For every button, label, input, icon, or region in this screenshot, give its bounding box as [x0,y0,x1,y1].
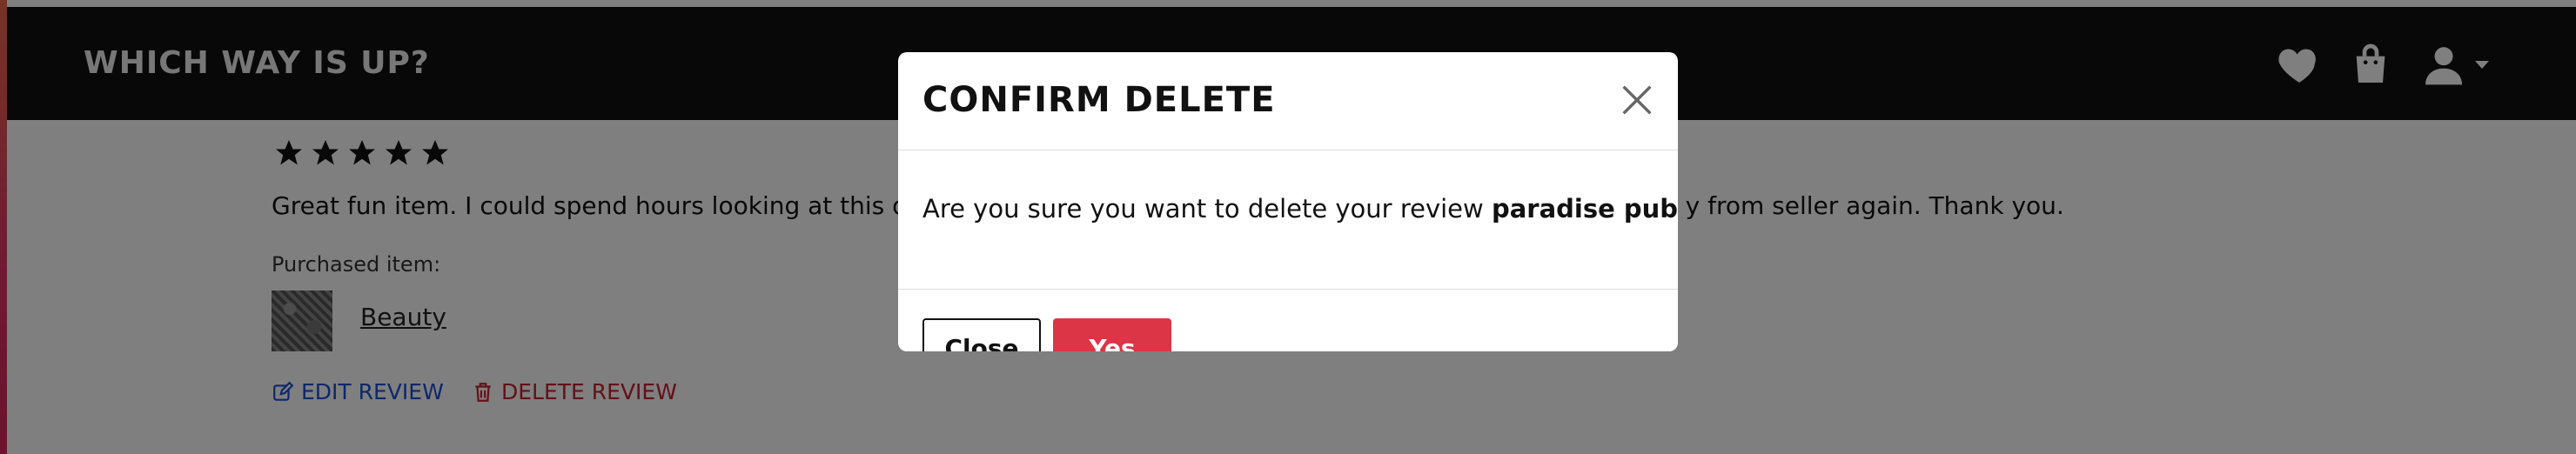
confirm-delete-modal: CONFIRM DELETE Are you sure you want to … [898,52,1678,351]
modal-message: Are you sure you want to delete your rev… [922,194,1678,224]
yes-button[interactable]: Yes [1053,318,1171,351]
modal-body: Are you sure you want to delete your rev… [898,150,1678,290]
close-button[interactable]: Close [922,318,1041,351]
modal-message-prefix: Are you sure you want to delete your rev… [922,194,1492,224]
modal-title: CONFIRM DELETE [922,80,1276,120]
close-icon[interactable] [1617,80,1657,120]
modal-footer: Close Yes [898,290,1678,351]
page: WHICH WAY IS UP? Great fun item. [0,0,2576,454]
modal-review-name: paradise pub [1491,194,1678,224]
modal-header: CONFIRM DELETE [898,52,1678,150]
